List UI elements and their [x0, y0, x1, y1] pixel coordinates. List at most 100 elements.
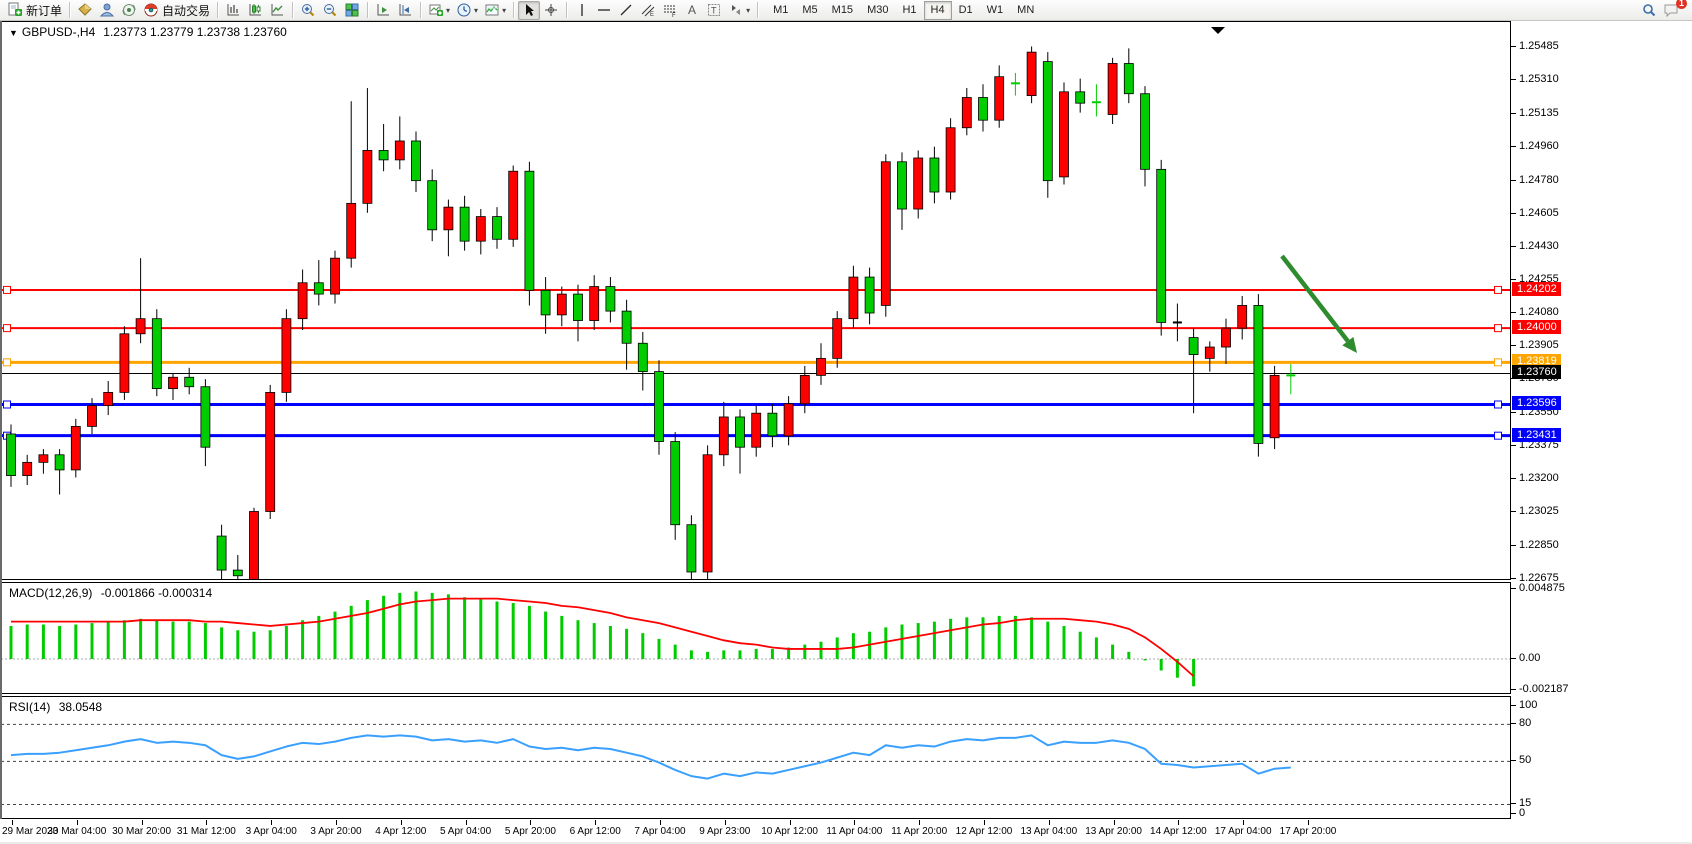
- macd-indicator-pane[interactable]: MACD(12,26,9) -0.001866 -0.000314: [0, 582, 1511, 694]
- time-label: 14 Apr 12:00: [1150, 826, 1207, 837]
- candle-body: [1043, 62, 1052, 181]
- line-handle[interactable]: [1495, 359, 1502, 366]
- time-tick: [984, 820, 985, 825]
- scale-tick: [1511, 705, 1516, 706]
- scroll-to-end-icon[interactable]: [1211, 27, 1225, 34]
- line-handle[interactable]: [1495, 325, 1502, 332]
- time-label: 5 Apr 20:00: [505, 826, 556, 837]
- trendline-tool-button[interactable]: [615, 1, 637, 20]
- macd-tick-label: 0.004875: [1519, 582, 1565, 594]
- doji-candle: [1092, 101, 1101, 103]
- indicators-menu-button[interactable]: ▾: [481, 1, 509, 20]
- terminal-button[interactable]: [118, 1, 140, 20]
- period-menu-button[interactable]: ▾: [453, 1, 481, 20]
- new-chart-button[interactable]: ▾: [425, 1, 453, 20]
- svg-text:A: A: [688, 3, 696, 17]
- notification-badge: 1: [1676, 0, 1687, 9]
- timeframe-button-m5[interactable]: M5: [795, 1, 824, 20]
- navigator-button[interactable]: [96, 1, 118, 20]
- auto-scroll-button[interactable]: [372, 1, 394, 20]
- scale-tick: [1511, 689, 1516, 690]
- line-handle[interactable]: [1495, 401, 1502, 408]
- search-button[interactable]: [1638, 1, 1660, 20]
- timeframe-button-m1[interactable]: M1: [766, 1, 795, 20]
- line-chart-button[interactable]: [266, 1, 288, 20]
- rsi-tick-label: 100: [1519, 699, 1537, 711]
- rsi-tick-label: 80: [1519, 717, 1531, 729]
- scale-tick: [1511, 445, 1516, 446]
- timeframe-button-m30[interactable]: M30: [860, 1, 895, 20]
- chevron-down-icon: ▾: [502, 6, 506, 15]
- vertical-line-tool-button[interactable]: [571, 1, 593, 20]
- zoom-out-icon: [322, 2, 338, 18]
- zoom-in-button[interactable]: [297, 1, 319, 20]
- scale-tick: [1511, 345, 1516, 346]
- timeframe-button-mn[interactable]: MN: [1010, 1, 1041, 20]
- channel-tool-button[interactable]: E: [637, 1, 659, 20]
- tile-windows-icon: [344, 2, 360, 18]
- chart-expand-icon[interactable]: ▼: [9, 28, 18, 38]
- chart-shift-button[interactable]: [394, 1, 416, 20]
- time-label: 4 Apr 12:00: [375, 826, 426, 837]
- time-tick: [1049, 820, 1050, 825]
- rsi-indicator-pane[interactable]: RSI(14) 38.0548: [0, 696, 1511, 819]
- crosshair-tool-button[interactable]: [540, 1, 562, 20]
- time-tick: [401, 820, 402, 825]
- bar-chart-button[interactable]: [222, 1, 244, 20]
- line-handle[interactable]: [4, 359, 11, 366]
- doji-candle: [1011, 82, 1020, 84]
- scale-tick: [1511, 279, 1516, 280]
- line-handle[interactable]: [4, 286, 11, 293]
- rsi-chart[interactable]: [1, 697, 1510, 818]
- search-icon: [1641, 2, 1657, 18]
- candle-body: [914, 158, 923, 209]
- text-icon: A: [684, 2, 700, 18]
- candle-body: [946, 128, 955, 192]
- timeframe-button-m15[interactable]: M15: [825, 1, 860, 20]
- timeframe-button-d1[interactable]: D1: [952, 1, 980, 20]
- candle-body: [898, 162, 907, 209]
- text-tool-button[interactable]: A: [681, 1, 703, 20]
- fibonacci-tool-button[interactable]: F: [659, 1, 681, 20]
- market-watch-button[interactable]: [74, 1, 96, 20]
- arrows-tool-button[interactable]: ▾: [725, 1, 753, 20]
- candle-body: [1222, 328, 1231, 347]
- cursor-tool-button[interactable]: [518, 1, 540, 20]
- line-handle[interactable]: [4, 401, 11, 408]
- toolbar-separator: [367, 2, 368, 18]
- timeframe-button-w1[interactable]: W1: [980, 1, 1011, 20]
- vertical-line-icon: [574, 2, 590, 18]
- text-label-tool-button[interactable]: T: [703, 1, 725, 20]
- candle-body: [1060, 92, 1069, 177]
- main-chart-pane[interactable]: ▼GBPUSD-,H41.23773 1.23779 1.23738 1.237…: [0, 21, 1511, 580]
- horizontal-line-tool-button[interactable]: [593, 1, 615, 20]
- chevron-down-icon: ▾: [746, 6, 750, 15]
- macd-chart[interactable]: [1, 583, 1510, 693]
- line-handle[interactable]: [1495, 432, 1502, 439]
- timeframe-button-h1[interactable]: H1: [895, 1, 923, 20]
- candle-body: [428, 181, 437, 230]
- line-handle[interactable]: [4, 325, 11, 332]
- candlestick-chart[interactable]: [1, 22, 1510, 579]
- toolbar-separator: [420, 2, 421, 18]
- price-scale[interactable]: 1.254851.253101.251351.249601.247801.246…: [1511, 21, 1692, 819]
- candle-body: [363, 150, 372, 203]
- line-handle[interactable]: [1495, 286, 1502, 293]
- notifications-button[interactable]: 1: [1660, 1, 1682, 20]
- candlestick-chart-button[interactable]: [244, 1, 266, 20]
- candle-body: [104, 392, 113, 405]
- candle-body: [395, 141, 404, 160]
- candlestick-chart-icon: [247, 2, 263, 18]
- timeframe-button-h4[interactable]: H4: [924, 1, 952, 20]
- new-order-button[interactable]: 新订单: [4, 1, 65, 20]
- candle-body: [930, 158, 939, 192]
- zoom-out-button[interactable]: [319, 1, 341, 20]
- radar-icon: [121, 2, 137, 18]
- time-axis[interactable]: 29 Mar 202330 Mar 04:0030 Mar 20:0031 Ma…: [0, 820, 1692, 842]
- tile-windows-button[interactable]: [341, 1, 363, 20]
- candle-body: [71, 426, 80, 469]
- svg-text:E: E: [650, 12, 654, 18]
- chart-ohlc-quotes: 1.23773 1.23779 1.23738 1.23760: [103, 25, 287, 39]
- candle-body: [784, 404, 793, 436]
- autotrading-button[interactable]: 自动交易: [140, 1, 213, 20]
